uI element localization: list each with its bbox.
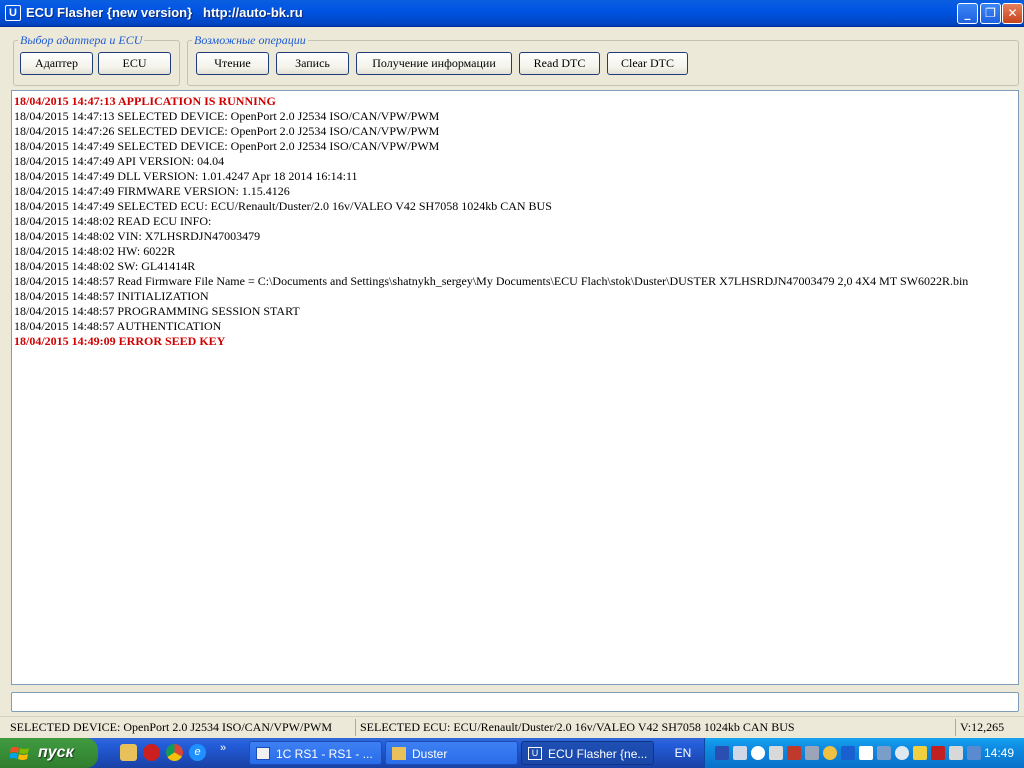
adapter-group-label: Выбор адаптера и ECU <box>18 33 145 48</box>
log-line: 18/04/2015 14:47:49 API VERSION: 04.04 <box>14 154 225 168</box>
get-info-button[interactable]: Получение информации <box>356 52 512 75</box>
log-line: 18/04/2015 14:47:49 DLL VERSION: 1.01.42… <box>14 169 358 183</box>
task-ecu-flasher[interactable]: U ECU Flasher {ne... <box>521 741 654 765</box>
read-dtc-button[interactable]: Read DTC <box>519 52 600 75</box>
status-device: SELECTED DEVICE: OpenPort 2.0 J2534 ISO/… <box>6 719 356 736</box>
start-button[interactable]: пуск <box>0 738 98 768</box>
wifi-icon[interactable] <box>895 746 909 760</box>
task-ecu-flasher-label: ECU Flasher {ne... <box>548 747 648 761</box>
operations-group: Возможные операции Чтение Запись Получен… <box>187 33 1019 86</box>
tray-icon[interactable] <box>787 746 801 760</box>
ie-icon[interactable]: e <box>189 744 206 761</box>
clear-dtc-button[interactable]: Clear DTC <box>607 52 688 75</box>
app-icon[interactable]: U <box>5 5 21 21</box>
opera-icon[interactable] <box>143 744 160 761</box>
language-indicator[interactable]: EN <box>668 738 698 768</box>
write-button[interactable]: Запись <box>276 52 349 75</box>
app-icon: U <box>528 747 542 760</box>
clock[interactable]: 14:49 <box>984 738 1014 768</box>
task-duster-label: Duster <box>412 747 448 761</box>
tray-icon[interactable] <box>733 746 747 760</box>
tray-icon[interactable] <box>715 746 729 760</box>
tray-icon[interactable] <box>931 746 945 760</box>
status-version: V:12,265 <box>960 720 1005 734</box>
task-1c-label: 1C RS1 - RS1 - ... <box>276 747 373 761</box>
command-input[interactable] <box>11 692 1019 712</box>
log-line: 18/04/2015 14:48:02 READ ECU INFO: <box>14 214 212 228</box>
taskbar: пуск e » 1C RS1 - RS1 - ... Duster U ECU… <box>0 738 1024 768</box>
log-area[interactable]: 18/04/2015 14:47:13 APPLICATION IS RUNNI… <box>11 90 1019 685</box>
read-button[interactable]: Чтение <box>196 52 269 75</box>
chrome-icon[interactable] <box>166 744 183 761</box>
task-duster[interactable]: Duster <box>385 741 518 765</box>
log-line: 18/04/2015 14:48:02 VIN: X7LHSRDJN470034… <box>14 229 261 243</box>
close-button[interactable]: ✕ <box>1002 3 1023 24</box>
log-line: 18/04/2015 14:48:57 Read Firmware File N… <box>14 274 969 288</box>
adapter-group: Выбор адаптера и ECU Адаптер ECU <box>13 33 180 86</box>
adapter-button[interactable]: Адаптер <box>20 52 93 75</box>
status-bar: SELECTED DEVICE: OpenPort 2.0 J2534 ISO/… <box>0 716 1024 736</box>
title-bar[interactable]: U ECU Flasher {new version} http://auto-… <box>0 0 1024 27</box>
operations-group-label: Возможные операции <box>192 33 308 48</box>
tray-icon[interactable] <box>859 746 873 760</box>
quick-launch-more[interactable]: » <box>216 740 230 757</box>
ecu-button[interactable]: ECU <box>98 52 171 75</box>
start-label: пуск <box>38 744 74 761</box>
log-line: 18/04/2015 14:48:57 INITIALIZATION <box>14 289 209 303</box>
windows-logo-icon <box>10 747 29 760</box>
folder-icon[interactable] <box>120 744 137 761</box>
bluetooth-icon[interactable] <box>841 746 855 760</box>
log-line: 18/04/2015 14:47:49 FIRMWARE VERSION: 1.… <box>14 184 290 198</box>
minimize-button[interactable]: _ <box>957 3 978 24</box>
tray-icon[interactable] <box>805 746 819 760</box>
task-1c[interactable]: 1C RS1 - RS1 - ... <box>249 741 382 765</box>
folder-icon <box>392 747 406 760</box>
status-ecu: SELECTED ECU: ECU/Renault/Duster/2.0 16v… <box>356 719 956 736</box>
log-line: 18/04/2015 14:47:26 SELECTED DEVICE: Ope… <box>14 124 440 138</box>
system-tray: 14:49 <box>704 738 1024 768</box>
log-error-line: 18/04/2015 14:49:09 ERROR SEED KEY <box>14 334 226 348</box>
log-error-line: 18/04/2015 14:47:13 APPLICATION IS RUNNI… <box>14 94 276 108</box>
log-line: 18/04/2015 14:48:02 SW: GL41414R <box>14 259 196 273</box>
log-line: 18/04/2015 14:47:13 SELECTED DEVICE: Ope… <box>14 109 440 123</box>
log-line: 18/04/2015 14:47:49 SELECTED ECU: ECU/Re… <box>14 199 552 213</box>
tray-icon[interactable] <box>967 746 981 760</box>
tray-icon[interactable] <box>769 746 783 760</box>
1c-icon <box>256 747 270 760</box>
tray-icon[interactable] <box>877 746 891 760</box>
tray-icon[interactable] <box>949 746 963 760</box>
log-line: 18/04/2015 14:48:02 HW: 6022R <box>14 244 176 258</box>
log-line: 18/04/2015 14:47:49 SELECTED DEVICE: Ope… <box>14 139 440 153</box>
tray-icon[interactable] <box>823 746 837 760</box>
tray-icon[interactable] <box>751 746 765 760</box>
log-line: 18/04/2015 14:48:57 AUTHENTICATION <box>14 319 222 333</box>
maximize-button[interactable]: ❐ <box>980 3 1001 24</box>
log-line: 18/04/2015 14:48:57 PROGRAMMING SESSION … <box>14 304 300 318</box>
tray-icon[interactable] <box>913 746 927 760</box>
window-title: ECU Flasher {new version} http://auto-bk… <box>26 5 303 20</box>
